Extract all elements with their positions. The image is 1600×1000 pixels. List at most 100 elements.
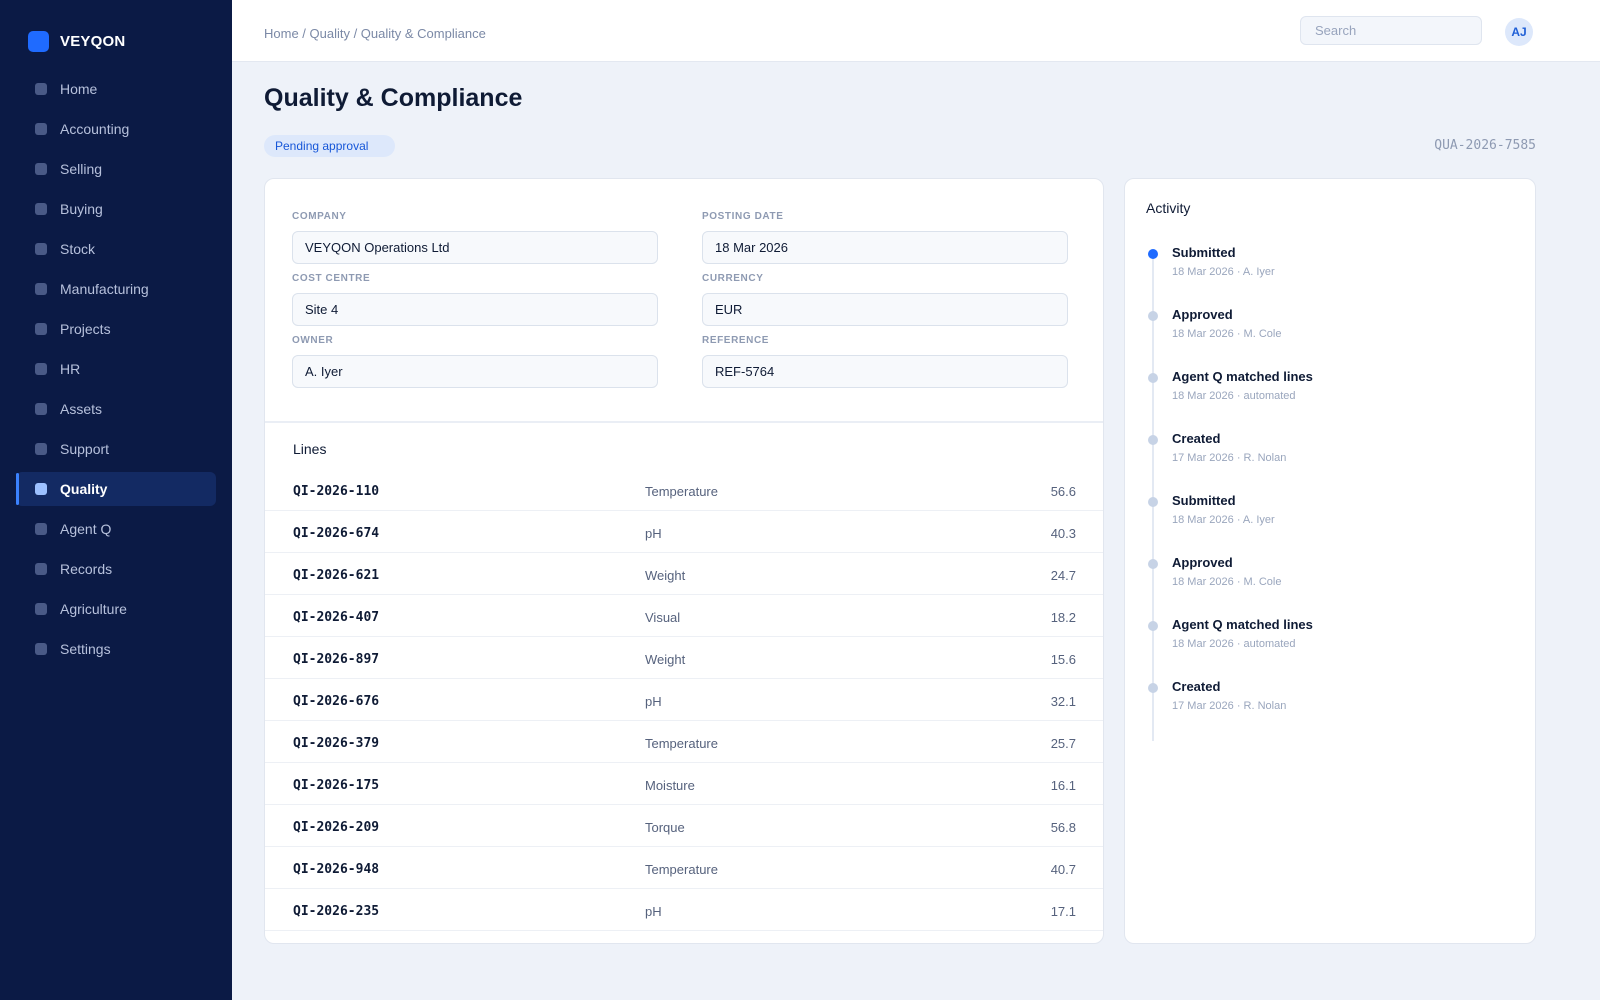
posting-date-input[interactable]	[702, 231, 1068, 264]
table-row[interactable]: QI-2026-621 Weight 24.7	[265, 553, 1103, 595]
table-row[interactable]: QI-2026-209 Torque 56.8	[265, 805, 1103, 847]
line-metric: Weight	[645, 652, 686, 667]
sidebar-item-label: Settings	[60, 641, 111, 657]
sidebar-item-quality[interactable]: Quality	[16, 472, 216, 506]
company-label: COMPANY	[292, 211, 347, 222]
activity-title: Activity	[1146, 200, 1191, 216]
cost-centre-label: COST CENTRE	[292, 273, 371, 284]
activity-meta: 18 Mar 2026 · M. Cole	[1172, 576, 1282, 588]
sidebar-item-label: Assets	[60, 401, 103, 417]
line-value: 24.7	[1050, 568, 1076, 583]
activity-meta: 18 Mar 2026 · A. Iyer	[1172, 514, 1275, 526]
currency-input[interactable]	[702, 293, 1068, 326]
table-row[interactable]: QI-2026-674 pH 40.3	[265, 511, 1103, 553]
activity-item: Approved 18 Mar 2026 · M. Cole	[1146, 555, 1506, 617]
accounting-icon	[35, 123, 47, 135]
sidebar-item-support[interactable]: Support	[16, 432, 216, 466]
table-row[interactable]: QI-2026-897 Weight 15.6	[265, 637, 1103, 679]
sidebar-item-agriculture[interactable]: Agriculture	[16, 592, 216, 626]
sidebar-item-label: HR	[60, 361, 81, 377]
line-value: 16.1	[1050, 778, 1076, 793]
activity-meta: 17 Mar 2026 · R. Nolan	[1172, 700, 1287, 712]
table-row[interactable]: QI-2026-948 Temperature 40.7	[265, 847, 1103, 889]
table-row[interactable]: QI-2026-110 Temperature 56.6	[265, 469, 1103, 511]
table-row[interactable]: QI-2026-676 pH 32.1	[265, 679, 1103, 721]
activity-event: Agent Q matched lines	[1172, 369, 1313, 384]
line-metric: Visual	[645, 610, 681, 625]
activity-event: Submitted	[1172, 493, 1236, 508]
line-id: QI-2026-621	[293, 568, 380, 583]
home-icon	[35, 83, 47, 95]
table-row[interactable]: QI-2026-379 Temperature 25.7	[265, 721, 1103, 763]
cost-centre-field: COST CENTRE	[292, 273, 658, 326]
sidebar-item-records[interactable]: Records	[16, 552, 216, 586]
activity-event: Approved	[1172, 307, 1233, 322]
brand-name: VEYQON	[60, 32, 126, 50]
line-id: QI-2026-175	[293, 778, 380, 793]
sidebar-item-label: Projects	[60, 321, 111, 337]
line-value: 25.7	[1050, 736, 1076, 751]
company-input[interactable]	[292, 231, 658, 264]
lines-table: QI-2026-110 Temperature 56.6 QI-2026-674 pH…	[265, 469, 1103, 931]
breadcrumb[interactable]: Home / Quality / Quality & Compliance	[264, 26, 486, 41]
sidebar-item-assets[interactable]: Assets	[16, 392, 216, 426]
section-divider	[265, 421, 1103, 423]
sidebar-item-agent-q[interactable]: Agent Q	[16, 512, 216, 546]
owner-input[interactable]	[292, 355, 658, 388]
avatar[interactable]: AJ	[1505, 18, 1533, 46]
line-id: QI-2026-897	[293, 652, 380, 667]
sidebar-item-hr[interactable]: HR	[16, 352, 216, 386]
company-field: COMPANY	[292, 211, 658, 264]
hr-icon	[35, 363, 47, 375]
stock-icon	[35, 243, 47, 255]
currency-label: CURRENCY	[702, 273, 764, 284]
sidebar-item-buying[interactable]: Buying	[16, 192, 216, 226]
line-value: 18.2	[1050, 610, 1076, 625]
agriculture-icon	[35, 603, 47, 615]
table-row[interactable]: QI-2026-235 pH 17.1	[265, 889, 1103, 931]
line-metric: pH	[645, 526, 662, 541]
line-value: 32.1	[1050, 694, 1076, 709]
activity-item: Approved 18 Mar 2026 · M. Cole	[1146, 307, 1506, 369]
page-title: Quality & Compliance	[264, 84, 523, 112]
sidebar-item-manufacturing[interactable]: Manufacturing	[16, 272, 216, 306]
line-metric: Temperature	[645, 484, 718, 499]
line-id: QI-2026-235	[293, 904, 380, 919]
projects-icon	[35, 323, 47, 335]
sidebar-item-accounting[interactable]: Accounting	[16, 112, 216, 146]
timeline-dot-icon	[1148, 435, 1158, 445]
sidebar-item-selling[interactable]: Selling	[16, 152, 216, 186]
status-badge: Pending approval	[264, 135, 396, 157]
sidebar-item-projects[interactable]: Projects	[16, 312, 216, 346]
sidebar-item-label: Manufacturing	[60, 281, 149, 297]
line-metric: pH	[645, 694, 662, 709]
line-id: QI-2026-676	[293, 694, 380, 709]
activity-meta: 18 Mar 2026 · automated	[1172, 390, 1296, 402]
line-id: QI-2026-209	[293, 820, 380, 835]
search-input[interactable]	[1300, 16, 1482, 45]
sidebar-item-stock[interactable]: Stock	[16, 232, 216, 266]
line-metric: pH	[645, 904, 662, 919]
sidebar-item-label: Home	[60, 81, 98, 97]
topbar: Home / Quality / Quality & Compliance AJ	[232, 0, 1600, 62]
activity-meta: 18 Mar 2026 · A. Iyer	[1172, 266, 1275, 278]
sidebar-item-label: Agriculture	[60, 601, 127, 617]
sidebar-item-label: Records	[60, 561, 113, 577]
brand[interactable]: VEYQON	[28, 30, 126, 52]
reference-input[interactable]	[702, 355, 1068, 388]
timeline-dot-icon	[1148, 559, 1158, 569]
sidebar-item-home[interactable]: Home	[16, 72, 216, 106]
selling-icon	[35, 163, 47, 175]
sidebar-item-settings[interactable]: Settings	[16, 632, 216, 666]
line-id: QI-2026-407	[293, 610, 380, 625]
table-row[interactable]: QI-2026-175 Moisture 16.1	[265, 763, 1103, 805]
document-card: COMPANY POSTING DATE COST CENTRE CURRENC…	[264, 178, 1104, 944]
activity-meta: 17 Mar 2026 · R. Nolan	[1172, 452, 1287, 464]
posting-date-label: POSTING DATE	[702, 211, 784, 222]
cost-centre-input[interactable]	[292, 293, 658, 326]
line-value: 40.3	[1050, 526, 1076, 541]
table-row[interactable]: QI-2026-407 Visual 18.2	[265, 595, 1103, 637]
sidebar-item-label: Accounting	[60, 121, 130, 137]
lines-title: Lines	[293, 441, 327, 457]
timeline-dot-icon	[1148, 249, 1158, 259]
